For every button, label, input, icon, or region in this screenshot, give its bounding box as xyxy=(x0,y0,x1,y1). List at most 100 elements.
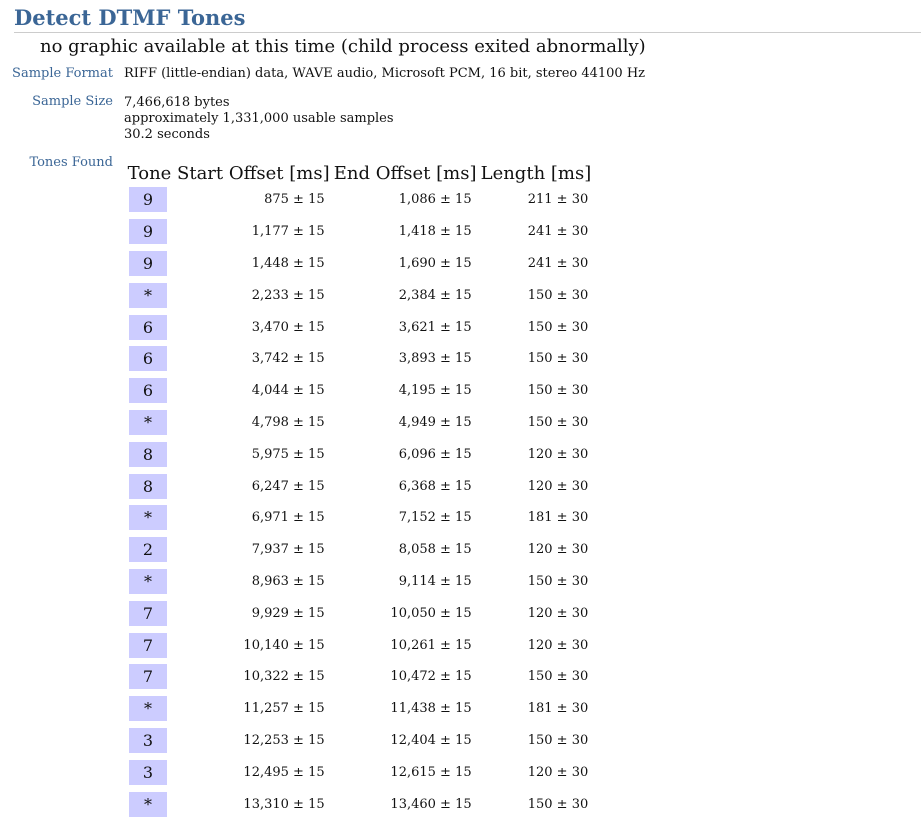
tone-digit: 6 xyxy=(129,314,167,340)
header-start-offset: Start Offset [ms] xyxy=(177,163,330,184)
start-offset-cell: 3,470 ± 15 xyxy=(251,319,325,335)
length-cell: 181 ± 30 xyxy=(527,701,589,717)
tone-cell: 7 xyxy=(124,629,175,661)
end-offset-cell: 1,418 ± 15 xyxy=(398,224,472,240)
start-offset-cell: 11,257 ± 15 xyxy=(243,701,325,717)
tone-digit: 2 xyxy=(129,537,167,563)
table-row: 7 10,322 ± 15 10,472 ± 15 150 ± 30 xyxy=(124,661,593,693)
tone-cell: 8 xyxy=(124,438,175,470)
tone-cell: * xyxy=(124,693,175,725)
start-offset-cell: 2,233 ± 15 xyxy=(251,287,325,303)
tone-digit: 7 xyxy=(129,664,167,690)
tone-digit: 3 xyxy=(129,727,167,753)
end-offset-cell: 2,384 ± 15 xyxy=(398,287,472,303)
tone-digit: 7 xyxy=(129,600,167,626)
start-offset-cell: 9,929 ± 15 xyxy=(251,605,325,621)
length-cell: 120 ± 30 xyxy=(527,446,589,462)
tone-cell: 3 xyxy=(124,756,175,788)
length-cell: 120 ± 30 xyxy=(527,764,589,780)
tone-cell: * xyxy=(124,502,175,534)
end-offset-cell: 6,368 ± 15 xyxy=(398,478,472,494)
tone-cell: * xyxy=(124,407,175,439)
tone-digit: 6 xyxy=(129,346,167,372)
sample-size-seconds: 30.2 seconds xyxy=(124,127,210,142)
end-offset-cell: 12,404 ± 15 xyxy=(390,732,472,748)
start-offset-cell: 4,798 ± 15 xyxy=(251,414,325,430)
length-cell: 150 ± 30 xyxy=(527,414,589,430)
end-offset-cell: 7,152 ± 15 xyxy=(398,510,472,526)
table-row: 2 7,937 ± 15 8,058 ± 15 120 ± 30 xyxy=(124,534,593,566)
table-row: * 13,310 ± 15 13,460 ± 15 150 ± 30 xyxy=(124,788,593,820)
tone-cell: 8 xyxy=(124,470,175,502)
tone-digit: 9 xyxy=(129,219,167,245)
header-end-offset: End Offset [ms] xyxy=(333,163,477,184)
length-cell: 120 ± 30 xyxy=(527,637,589,653)
end-offset-cell: 11,438 ± 15 xyxy=(390,701,472,717)
end-offset-cell: 4,949 ± 15 xyxy=(398,414,472,430)
tone-cell: 6 xyxy=(124,375,175,407)
end-offset-cell: 3,621 ± 15 xyxy=(398,319,472,335)
start-offset-cell: 12,253 ± 15 xyxy=(243,732,325,748)
start-offset-cell: 13,310 ± 15 xyxy=(243,796,325,812)
start-offset-cell: 3,742 ± 15 xyxy=(251,351,325,367)
tone-digit: 8 xyxy=(129,441,167,467)
tones-found-label: Tones Found xyxy=(29,155,113,170)
tone-cell: * xyxy=(124,279,175,311)
tone-cell: 7 xyxy=(124,597,175,629)
sample-size-label: Sample Size xyxy=(32,94,113,109)
page-title: Detect DTMF Tones xyxy=(14,5,246,30)
end-offset-cell: 8,058 ± 15 xyxy=(398,542,472,558)
end-offset-cell: 3,893 ± 15 xyxy=(398,351,472,367)
end-offset-cell: 9,114 ± 15 xyxy=(398,573,472,589)
tone-digit: * xyxy=(129,696,167,722)
start-offset-cell: 6,971 ± 15 xyxy=(251,510,325,526)
length-cell: 150 ± 30 xyxy=(527,287,589,303)
length-cell: 150 ± 30 xyxy=(527,573,589,589)
end-offset-cell: 10,261 ± 15 xyxy=(390,637,472,653)
tone-digit: 9 xyxy=(129,250,167,276)
end-offset-cell: 1,086 ± 15 xyxy=(398,192,472,208)
length-cell: 181 ± 30 xyxy=(527,510,589,526)
start-offset-cell: 6,247 ± 15 xyxy=(251,478,325,494)
length-cell: 150 ± 30 xyxy=(527,319,589,335)
table-row: * 4,798 ± 15 4,949 ± 15 150 ± 30 xyxy=(124,407,593,439)
tone-digit: * xyxy=(129,568,167,594)
table-row: 3 12,495 ± 15 12,615 ± 15 120 ± 30 xyxy=(124,756,593,788)
sample-format-value: RIFF (little-endian) data, WAVE audio, M… xyxy=(124,66,646,81)
tone-cell: 6 xyxy=(124,311,175,343)
table-row: * 6,971 ± 15 7,152 ± 15 181 ± 30 xyxy=(124,502,593,534)
table-row: 6 3,742 ± 15 3,893 ± 15 150 ± 30 xyxy=(124,343,593,375)
header-tone: Tone xyxy=(127,163,172,184)
table-row: 9 1,177 ± 15 1,418 ± 15 241 ± 30 xyxy=(124,216,593,248)
tone-digit: * xyxy=(129,409,167,435)
start-offset-cell: 8,963 ± 15 xyxy=(251,573,325,589)
tone-cell: 9 xyxy=(124,184,175,216)
table-row: 3 12,253 ± 15 12,404 ± 15 150 ± 30 xyxy=(124,725,593,757)
end-offset-cell: 12,615 ± 15 xyxy=(390,764,472,780)
end-offset-cell: 1,690 ± 15 xyxy=(398,255,472,271)
table-row: * 2,233 ± 15 2,384 ± 15 150 ± 30 xyxy=(124,279,593,311)
start-offset-cell: 1,448 ± 15 xyxy=(251,255,325,271)
tone-cell: 9 xyxy=(124,248,175,280)
table-row: * 11,257 ± 15 11,438 ± 15 181 ± 30 xyxy=(124,693,593,725)
start-offset-cell: 1,177 ± 15 xyxy=(251,224,325,240)
sample-size-bytes: 7,466,618 bytes xyxy=(124,95,230,110)
table-row: 6 3,470 ± 15 3,621 ± 15 150 ± 30 xyxy=(124,311,593,343)
table-row: 8 5,975 ± 15 6,096 ± 15 120 ± 30 xyxy=(124,438,593,470)
tones-table-body: 9 875 ± 15 1,086 ± 15 211 ± 30 9 1,177 ± 15 1,… xyxy=(124,184,593,820)
sample-size-samples: approximately 1,331,000 usable samples xyxy=(124,111,394,126)
page-header: Detect DTMF Tones xyxy=(14,4,921,33)
end-offset-cell: 4,195 ± 15 xyxy=(398,383,472,399)
tone-cell: * xyxy=(124,566,175,598)
start-offset-cell: 10,322 ± 15 xyxy=(243,669,325,685)
length-cell: 120 ± 30 xyxy=(527,605,589,621)
table-row: 9 1,448 ± 15 1,690 ± 15 241 ± 30 xyxy=(124,248,593,280)
tone-digit: * xyxy=(129,791,167,817)
start-offset-cell: 875 ± 15 xyxy=(264,192,325,208)
header-length: Length [ms] xyxy=(480,163,592,184)
tone-digit: 6 xyxy=(129,378,167,404)
tones-table-header-row: Tone Start Offset [ms] End Offset [ms] L… xyxy=(124,154,593,184)
table-row: 8 6,247 ± 15 6,368 ± 15 120 ± 30 xyxy=(124,470,593,502)
table-row: 7 9,929 ± 15 10,050 ± 15 120 ± 30 xyxy=(124,597,593,629)
end-offset-cell: 6,096 ± 15 xyxy=(398,446,472,462)
